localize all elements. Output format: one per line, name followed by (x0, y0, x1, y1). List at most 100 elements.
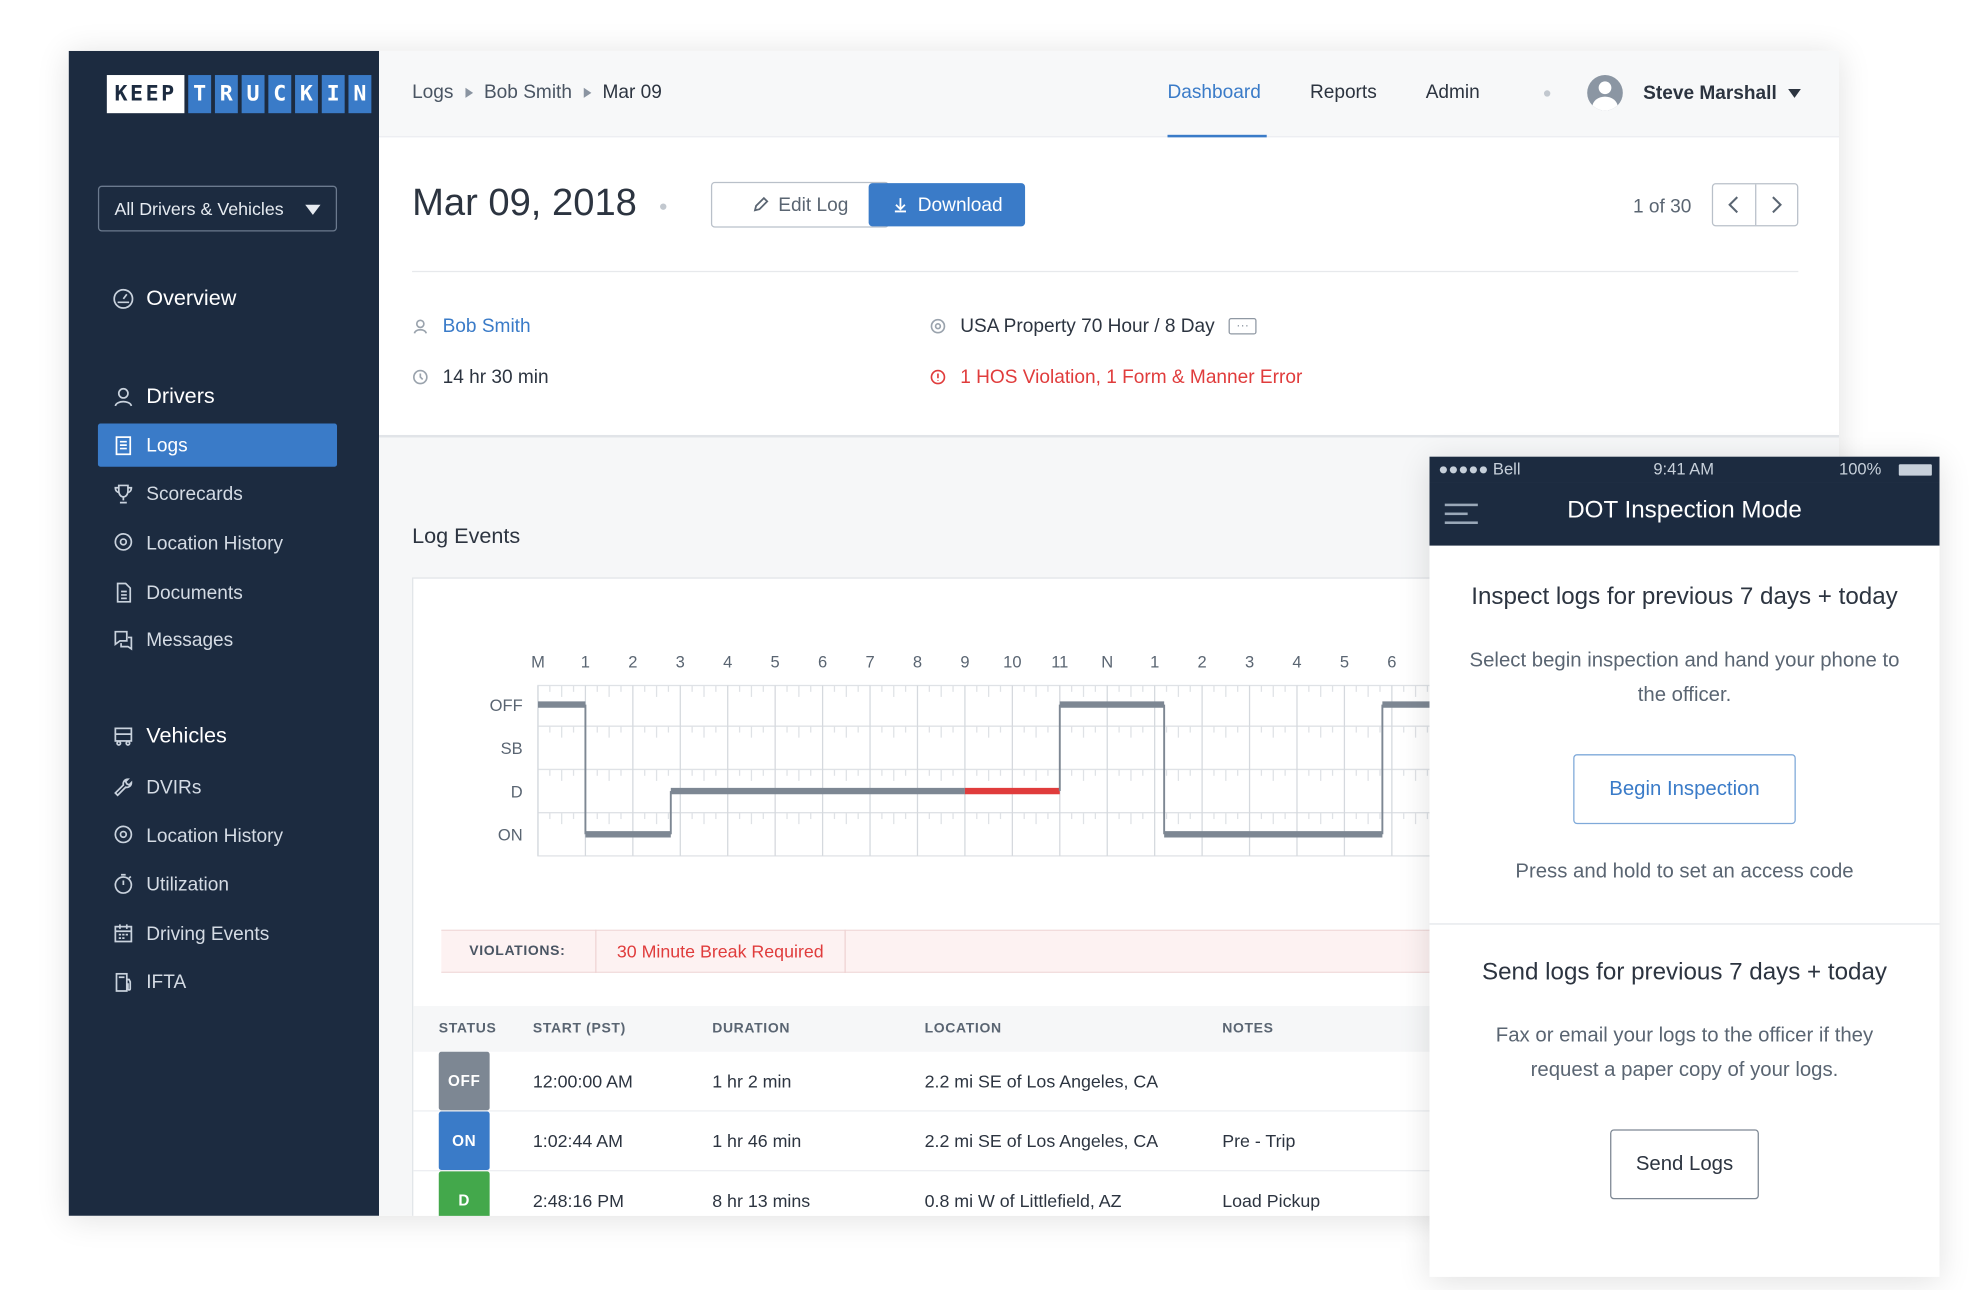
hour-label: 6 (1387, 653, 1396, 672)
pager (1711, 183, 1799, 227)
active-tab-underline (1167, 134, 1267, 138)
more-icon[interactable]: ··· (1228, 317, 1257, 335)
sidebar-item-messages[interactable]: Messages (98, 618, 337, 661)
logo-letter: C (268, 75, 292, 114)
column-header-location[interactable]: LOCATION (925, 1006, 1002, 1052)
sidebar-item-documents[interactable]: Documents (98, 571, 337, 614)
sidebar-item-label: IFTA (146, 971, 187, 993)
sidebar-item-label: Documents (146, 581, 243, 604)
violation-item[interactable]: 30 Minute Break Required (596, 929, 846, 973)
breadcrumb-logs[interactable]: Logs (412, 81, 453, 103)
alert-icon (930, 369, 946, 385)
user-menu[interactable]: Steve Marshall (1643, 83, 1777, 105)
column-header-duration[interactable]: DURATION (712, 1006, 790, 1052)
hour-label: 3 (1245, 653, 1254, 672)
gauge-icon (111, 286, 136, 311)
wrench-icon (111, 775, 136, 800)
phone-status-bar: ●●●●● Bell 9:41 AM 100% (1429, 456, 1940, 483)
separator-dot (1543, 90, 1551, 97)
stopwatch-icon (111, 871, 136, 896)
cell-location: 0.8 mi W of Littlefield, AZ (924, 1190, 1122, 1211)
phone-time: 9:41 AM (1653, 459, 1715, 479)
violation-summary-text: 1 HOS Violation, 1 Form & Manner Error (960, 366, 1303, 388)
cell-duration: 8 hr 13 mins (712, 1190, 811, 1211)
driver-vehicle-filter[interactable]: All Drivers & Vehicles (97, 185, 338, 232)
avatar[interactable] (1587, 75, 1623, 111)
status-cell: ON (438, 1111, 490, 1171)
status-badge: OFF (438, 1051, 490, 1111)
sidebar-item-overview[interactable]: Overview (98, 277, 337, 320)
pencil-icon (753, 196, 769, 212)
column-header-start[interactable]: START (PST) (533, 1006, 626, 1052)
hour-label: 7 (865, 653, 874, 672)
cell-duration: 1 hr 46 min (712, 1130, 802, 1151)
driver-link[interactable]: Bob Smith (412, 315, 531, 337)
breadcrumb-arrow-icon (583, 87, 592, 98)
hour-label: 1 (1150, 653, 1159, 672)
hour-label: 9 (960, 653, 969, 672)
sidebar-item-label: Location History (146, 824, 284, 847)
edit-log-button[interactable]: Edit Log (710, 181, 889, 228)
separator-dot (660, 203, 667, 210)
hour-label: 11 (1051, 653, 1068, 672)
prev-log-button[interactable] (1713, 184, 1756, 226)
tab-reports[interactable]: Reports (1310, 81, 1377, 103)
send-logs-button[interactable]: Send Logs (1610, 1129, 1759, 1200)
sidebar-item-logs[interactable]: Logs (97, 423, 338, 467)
logo-letter: T (188, 75, 212, 114)
next-log-button[interactable] (1756, 184, 1797, 225)
inspect-heading: Inspect logs for previous 7 days + today (1471, 583, 1898, 611)
target-icon (930, 318, 946, 334)
clock-icon (413, 369, 428, 385)
sidebar-item-scorecards[interactable]: Scorecards (98, 472, 337, 515)
edit-log-label: Edit Log (778, 193, 849, 216)
sidebar-item-driving-events[interactable]: Driving Events (98, 912, 337, 955)
caret-down-icon[interactable] (1788, 89, 1801, 98)
hour-label: 5 (1340, 653, 1349, 672)
sidebar-item-label: Logs (146, 434, 188, 456)
person-icon (111, 384, 136, 409)
violations-label: VIOLATIONS: (441, 929, 597, 973)
sidebar-item-location-history[interactable]: Location History (98, 521, 337, 564)
column-header-notes[interactable]: NOTES (1222, 1006, 1273, 1052)
breadcrumb: Logs Bob Smith Mar 09 (412, 81, 662, 103)
sidebar-item-label: Drivers (146, 384, 215, 409)
column-header-status[interactable]: STATUS (439, 1006, 497, 1052)
dot-inspection-phone: ●●●●● Bell 9:41 AM 100% DOT Inspection M… (1429, 456, 1940, 1277)
sidebar-section-vehicles[interactable]: Vehicles (98, 715, 337, 758)
sidebar-section-drivers[interactable]: Drivers (98, 375, 337, 418)
access-code-hint[interactable]: Press and hold to set an access code (1468, 855, 1902, 889)
truck-icon (111, 724, 136, 749)
cell-duration: 1 hr 2 min (712, 1070, 792, 1092)
tab-admin[interactable]: Admin (1426, 81, 1480, 103)
document-icon (111, 580, 136, 605)
hour-label: 10 (1003, 653, 1021, 672)
status-row-label: D (511, 782, 523, 801)
hour-label: 8 (913, 653, 922, 672)
status-row-label: SB (501, 739, 523, 758)
keeptruckin-logo[interactable]: KEEP TRUCKIN (106, 75, 372, 114)
breadcrumb-date: Mar 09 (602, 81, 662, 104)
logo-letter: K (294, 75, 318, 114)
driver-name: Bob Smith (442, 315, 531, 338)
carrier: ●●●●● Bell (1438, 459, 1521, 479)
logo-letter: I (321, 75, 345, 114)
send-instructions: Fax or email your logs to the officer if… (1495, 1025, 1874, 1082)
sidebar-item-ifta[interactable]: IFTA (98, 960, 337, 1003)
violation-summary[interactable]: 1 HOS Violation, 1 Form & Manner Error (930, 366, 1303, 388)
begin-inspection-button[interactable]: Begin Inspection (1573, 754, 1796, 825)
sidebar-item-label: Messages (146, 628, 234, 651)
sidebar-item-dvirs[interactable]: DVIRs (98, 766, 337, 809)
sidebar: KEEP TRUCKIN All Drivers & Vehicles Over… (68, 50, 379, 1216)
download-button[interactable]: Download (868, 183, 1026, 227)
cell-location: 2.2 mi SE of Los Angeles, CA (924, 1070, 1159, 1092)
breadcrumb-driver[interactable]: Bob Smith (484, 81, 572, 103)
sidebar-item-vehicle-location-history[interactable]: Location History (98, 814, 337, 857)
sidebar-item-label: DVIRs (146, 776, 202, 799)
divider (412, 270, 1799, 273)
status-cell: D (438, 1171, 490, 1216)
cell-start: 2:48:16 PM (532, 1190, 624, 1211)
tab-dashboard[interactable]: Dashboard (1168, 81, 1261, 103)
battery-icon (1898, 464, 1932, 476)
sidebar-item-utilization[interactable]: Utilization (98, 862, 337, 905)
